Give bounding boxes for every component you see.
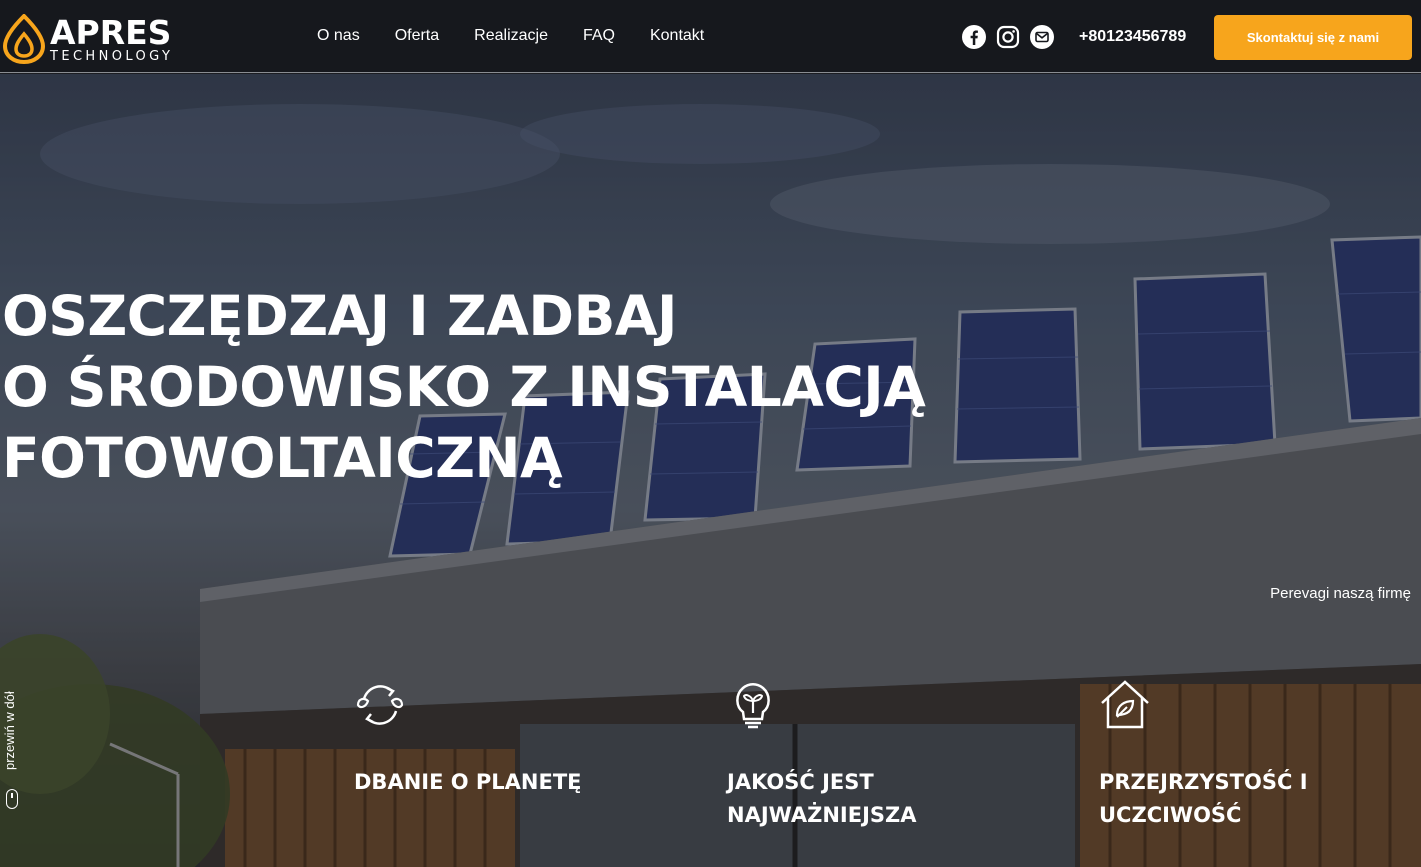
instagram-icon[interactable] bbox=[996, 25, 1020, 49]
leaf-drop-logo-icon bbox=[2, 14, 46, 64]
feature-transparency: PRZEJRZYSTOŚĆ I UCZCIWOŚĆ bbox=[1099, 679, 1379, 832]
hero-section: OSZCZĘDZAJ I ZADBAJ O ŚRODOWISKO Z INSTA… bbox=[0, 74, 1421, 867]
eco-house-icon bbox=[1101, 680, 1149, 729]
brand-tagline: TECHNOLOGY bbox=[50, 48, 174, 64]
feature-title: PRZEJRZYSTOŚĆ I UCZCIWOŚĆ bbox=[1099, 770, 1308, 827]
site-header: APRES TECHNOLOGY O nas Oferta Realizacje… bbox=[0, 0, 1421, 73]
main-nav: O nas Oferta Realizacje FAQ Kontakt bbox=[317, 27, 739, 45]
headline-line-2: O ŚRODOWISKO Z INSTALACJĄ bbox=[2, 355, 926, 419]
headline-line-3: FOTOWOLTAICZNĄ bbox=[2, 426, 563, 490]
social-links bbox=[962, 25, 1054, 49]
feature-planet: DBANIE O PLANETĘ bbox=[354, 679, 634, 799]
brand-name: APRES bbox=[50, 12, 172, 52]
contact-us-button[interactable]: Skontaktuj się z nami bbox=[1214, 15, 1412, 60]
nav-link-faq[interactable]: FAQ bbox=[583, 27, 615, 45]
brand-logo[interactable]: APRES TECHNOLOGY bbox=[2, 14, 173, 64]
planet-cycle-icon bbox=[356, 685, 404, 725]
feature-title: DBANIE O PLANETĘ bbox=[354, 770, 582, 794]
nav-link-kontakt[interactable]: Kontakt bbox=[650, 27, 704, 45]
phone-number[interactable]: +80123456789 bbox=[1079, 28, 1186, 46]
nav-link-oferta[interactable]: Oferta bbox=[395, 27, 439, 45]
eco-bulb-icon bbox=[736, 683, 770, 729]
mail-icon[interactable] bbox=[1030, 25, 1054, 49]
headline-line-1: OSZCZĘDZAJ I ZADBAJ bbox=[2, 284, 677, 348]
nav-link-realizacje[interactable]: Realizacje bbox=[474, 27, 548, 45]
mouse-scroll-icon[interactable] bbox=[6, 789, 18, 809]
feature-quality: JAKOŚĆ JEST NAJWAŻNIEJSZA bbox=[727, 679, 1007, 832]
nav-link-o-nas[interactable]: O nas bbox=[317, 27, 360, 45]
advantages-link[interactable]: Perevagi naszą firmę bbox=[1270, 585, 1411, 602]
facebook-icon[interactable] bbox=[962, 25, 986, 49]
feature-title: JAKOŚĆ JEST NAJWAŻNIEJSZA bbox=[727, 770, 917, 827]
hero-headline: OSZCZĘDZAJ I ZADBAJ O ŚRODOWISKO Z INSTA… bbox=[2, 281, 926, 494]
scroll-down-label: przewiń w dół bbox=[2, 691, 17, 770]
